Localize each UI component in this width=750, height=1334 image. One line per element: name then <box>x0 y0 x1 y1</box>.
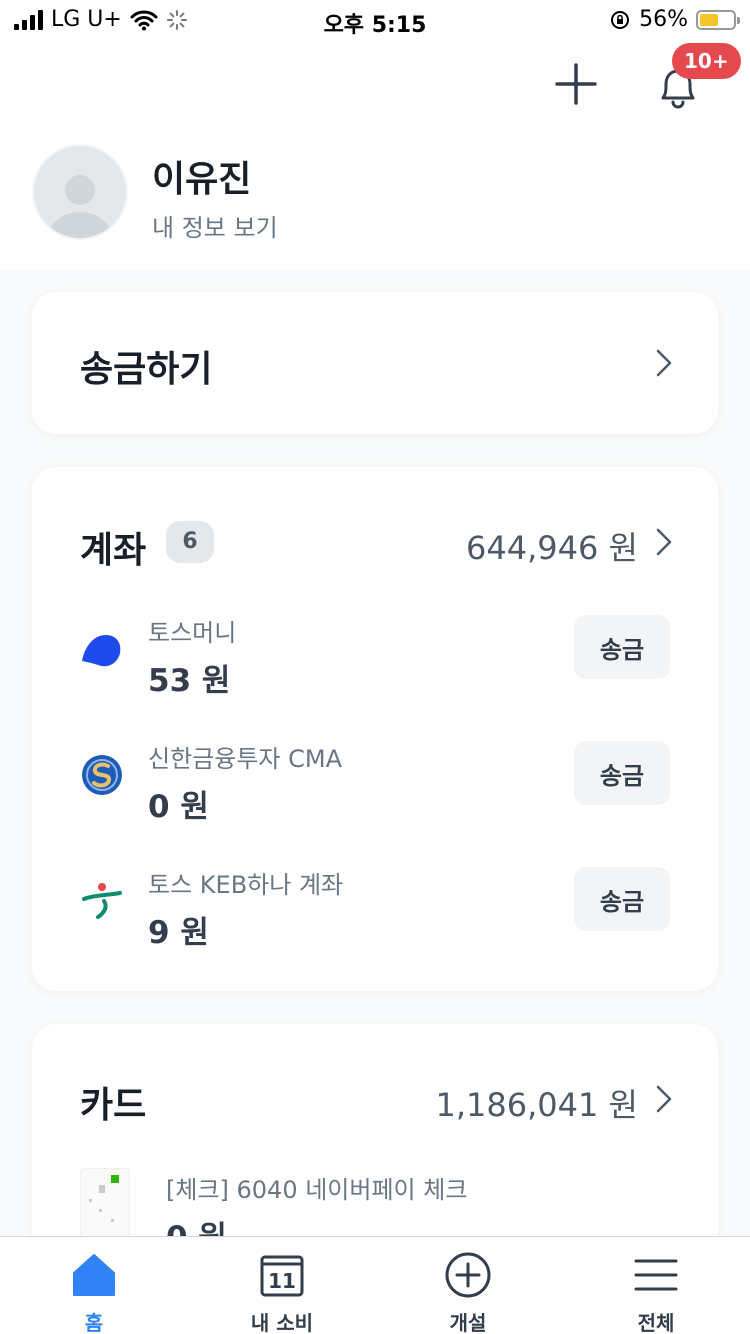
status-bar: LG U+ 오후 5:15 56% <box>0 0 750 40</box>
send-button[interactable]: 송금 <box>574 867 670 931</box>
account-row[interactable]: 토스 KEB하나 계좌 9 원 송금 <box>32 865 718 961</box>
tab-label: 홈 <box>84 1311 104 1334</box>
calendar-day: 11 <box>268 1269 296 1293</box>
accounts-title: 계좌 <box>80 530 147 571</box>
transfer-title: 송금하기 <box>80 349 213 390</box>
card-thumbnail-icon <box>80 1168 130 1244</box>
shinhan-logo-icon <box>82 755 122 795</box>
account-balance: 9 원 <box>148 915 209 951</box>
cards-title: 카드 <box>80 1085 147 1126</box>
account-row[interactable]: 토스머니 53 원 송금 <box>32 613 718 709</box>
transfer-card[interactable]: 송금하기 <box>32 292 718 434</box>
profile-name: 이유진 <box>152 159 252 200</box>
tab-label: 개설 <box>449 1311 487 1334</box>
toss-logo-icon <box>82 635 121 667</box>
account-name: 토스 KEB하나 계좌 <box>148 871 344 899</box>
cards-total[interactable]: 1,186,041 원 <box>436 1080 638 1126</box>
calendar-icon: 11 <box>260 1255 304 1297</box>
battery-level <box>700 13 718 26</box>
card-name[interactable]: [체크] 6040 네이버페이 체크 <box>166 1170 467 1205</box>
tab-bar: 홈 11 내 소비 개설 전체 <box>0 1236 750 1334</box>
plus-circle-icon <box>445 1252 491 1298</box>
hana-logo-icon <box>82 883 122 919</box>
account-name: 토스머니 <box>148 619 237 647</box>
notification-badge[interactable]: 10+ <box>672 43 741 79</box>
send-button[interactable]: 송금 <box>574 615 670 679</box>
accounts-count-badge: 6 <box>166 521 214 563</box>
chevron-right-icon[interactable] <box>652 1084 676 1114</box>
chevron-right-icon[interactable] <box>652 527 676 557</box>
account-row[interactable]: 신한금융투자 CMA 0 원 송금 <box>32 739 718 835</box>
menu-icon <box>634 1259 678 1291</box>
account-balance: 53 원 <box>148 663 231 699</box>
header: 10+ 이유진 내 정보 보기 <box>0 40 750 270</box>
view-profile-link[interactable]: 내 정보 보기 <box>152 208 278 243</box>
tab-label: 내 소비 <box>250 1311 314 1334</box>
tab-all[interactable]: 전체 <box>596 1237 716 1334</box>
avatar[interactable] <box>32 144 128 240</box>
send-button[interactable]: 송금 <box>574 741 670 805</box>
tab-my-spending[interactable]: 11 내 소비 <box>222 1237 342 1334</box>
battery-icon <box>696 9 740 30</box>
chevron-right-icon <box>656 349 672 377</box>
accounts-card: 계좌 6 644,946 원 토스머니 53 원 송금 신한금융투자 CMA 0… <box>32 467 718 991</box>
account-name: 신한금융투자 CMA <box>148 745 342 773</box>
tab-open-account[interactable]: 개설 <box>408 1237 528 1334</box>
tab-home[interactable]: 홈 <box>34 1237 154 1334</box>
accounts-total[interactable]: 644,946 원 <box>466 523 638 569</box>
home-icon <box>73 1254 115 1296</box>
battery-percent: 56% <box>639 7 688 32</box>
account-balance: 0 원 <box>148 789 209 825</box>
orientation-lock-icon <box>611 10 630 29</box>
add-button[interactable] <box>552 60 600 108</box>
tab-label: 전체 <box>637 1311 675 1334</box>
user-placeholder-icon <box>48 175 112 238</box>
